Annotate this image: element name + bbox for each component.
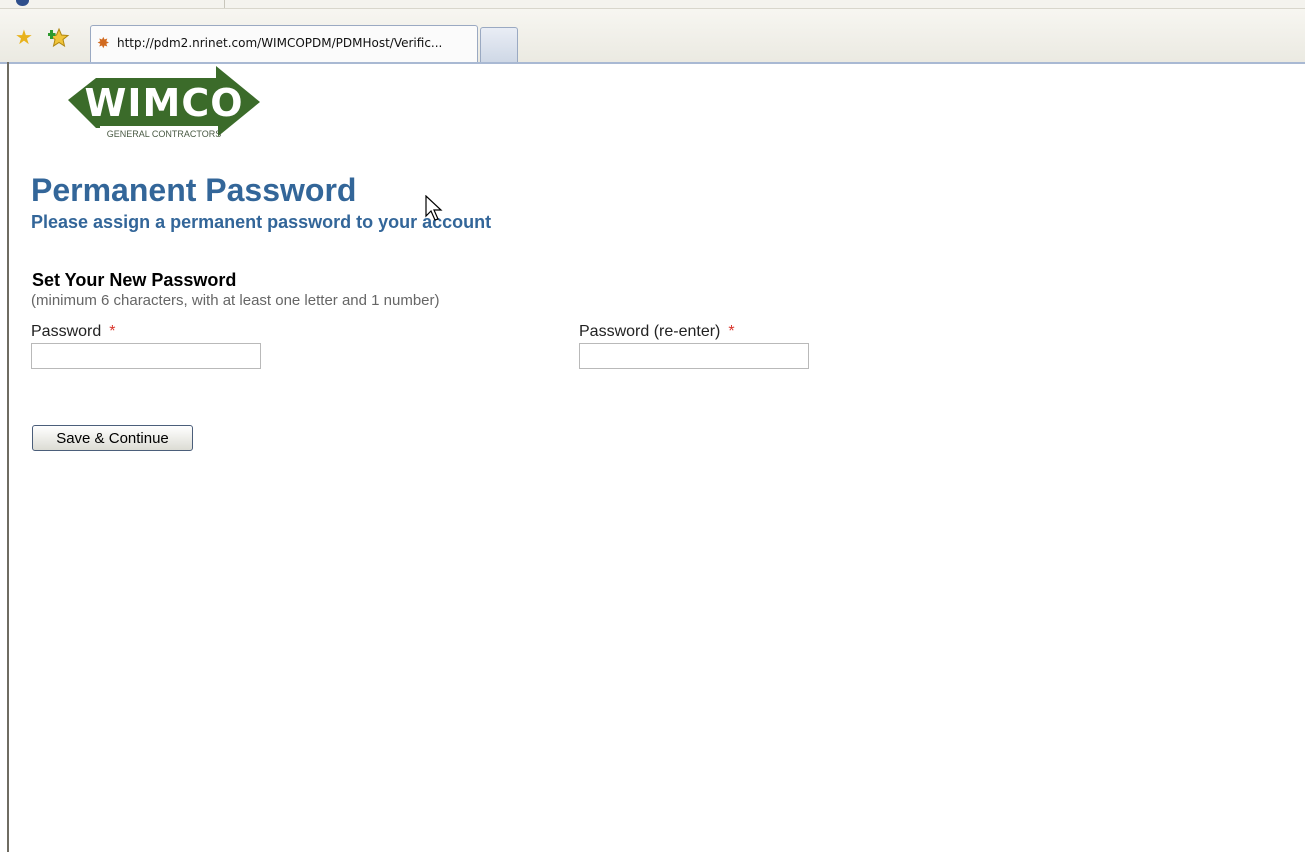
browser-top-strip: [0, 0, 1305, 9]
browser-tab-active[interactable]: ✸ http://pdm2.nrinet.com/WIMCOPDM/PDMHos…: [90, 25, 478, 62]
logo-wordmark: WIMCO: [84, 81, 243, 125]
wimco-logo-graphic: WIMCO GENERAL CONTRACTORS: [68, 66, 260, 140]
new-tab-button[interactable]: [480, 27, 518, 62]
company-logo: WIMCO GENERAL CONTRACTORS: [68, 66, 262, 147]
browser-tab-bar: ★ ✸ http://pdm2.nrinet.com/WIMCOPDM/PDMH…: [0, 9, 1305, 64]
required-marker: *: [109, 323, 116, 340]
star-icon[interactable]: ★: [13, 27, 35, 49]
add-favorite-icon[interactable]: [47, 27, 70, 49]
toolbar-separator: [224, 0, 225, 8]
save-continue-button[interactable]: Save & Continue: [32, 425, 193, 451]
password-reenter-input[interactable]: [579, 343, 809, 369]
required-marker: *: [728, 323, 735, 340]
password-reenter-label: Password (re-enter): [579, 323, 721, 340]
set-password-heading: Set Your New Password: [32, 270, 237, 290]
password-requirements-hint: (minimum 6 characters, with at least one…: [31, 292, 440, 309]
site-favicon-icon: ✸: [97, 35, 110, 52]
browser-logo-icon: [16, 0, 29, 6]
password-input[interactable]: [31, 343, 261, 369]
password-label: Password: [31, 323, 102, 340]
add-favorite-icon-glyph: [47, 27, 70, 48]
window-frame-left: [7, 62, 9, 852]
mouse-cursor-icon: [425, 195, 443, 221]
password-reenter-label-row: Password (re-enter) *: [579, 322, 735, 342]
page-title: Permanent Password: [31, 172, 357, 208]
password-label-row: Password *: [31, 322, 115, 342]
page-subtitle: Please assign a permanent password to yo…: [31, 212, 492, 232]
logo-tagline: GENERAL CONTRACTORS: [107, 129, 222, 139]
tab-url-title: http://pdm2.nrinet.com/WIMCOPDM/PDMHost/…: [117, 36, 443, 50]
